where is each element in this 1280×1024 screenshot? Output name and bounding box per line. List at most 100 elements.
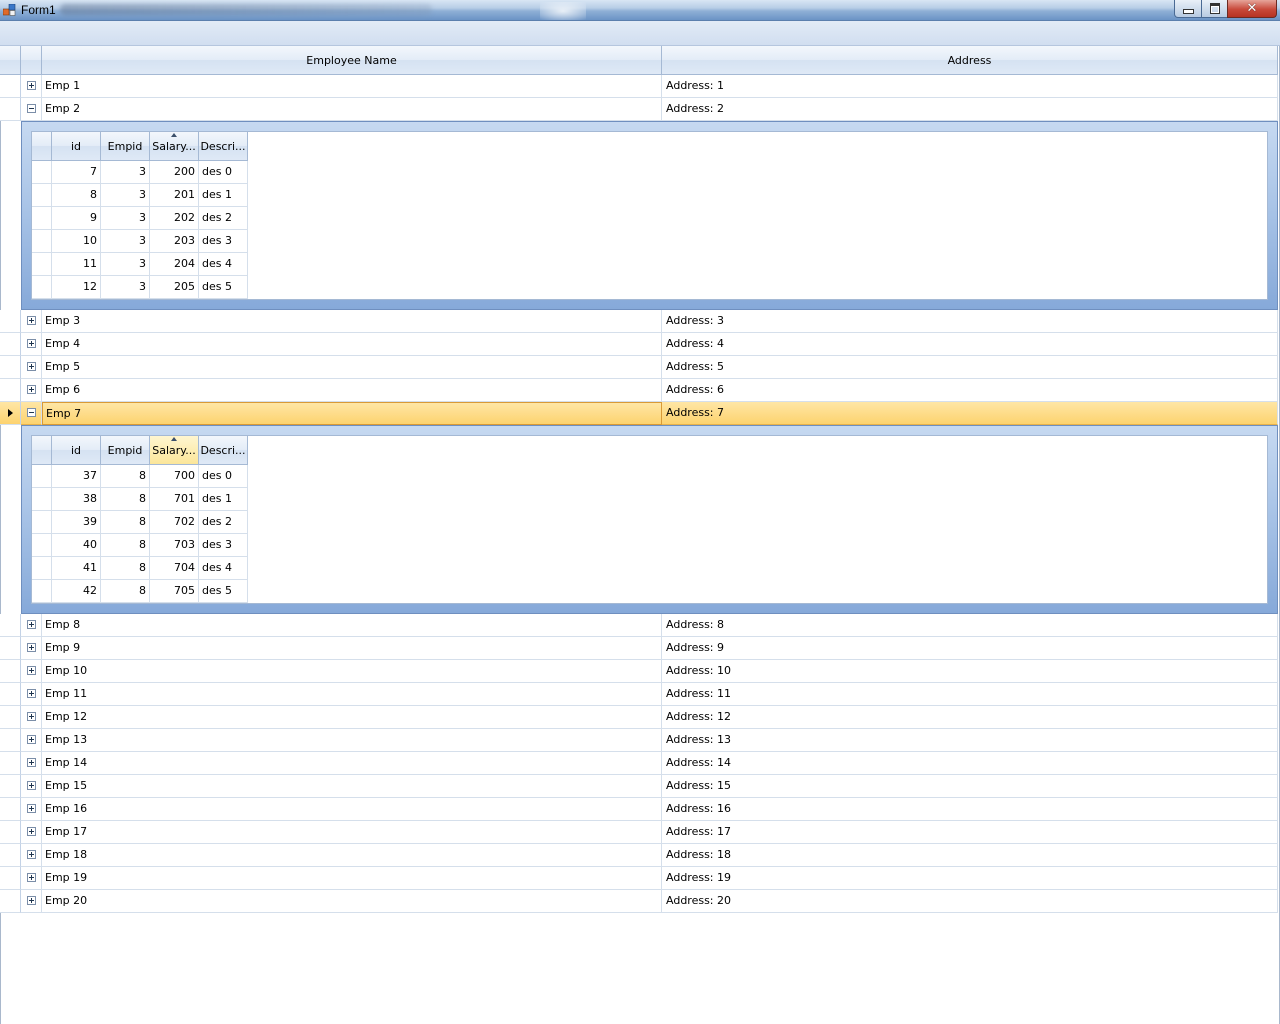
employee-name-cell[interactable]: Emp 2 <box>42 98 662 121</box>
detail-row[interactable]: 12 3 205 des 5 <box>32 276 248 299</box>
detail-id-cell[interactable]: 42 <box>52 580 101 603</box>
expand-plus-icon[interactable] <box>27 896 36 905</box>
expand-cell[interactable] <box>21 683 42 706</box>
table-row[interactable]: Emp 1 Address: 1 <box>0 75 1280 98</box>
row-indicator[interactable] <box>0 890 21 913</box>
detail-id-cell[interactable]: 40 <box>52 534 101 557</box>
detail-empid-cell[interactable]: 3 <box>101 276 150 299</box>
detail-description-cell[interactable]: des 1 <box>199 184 248 207</box>
detail-description-cell[interactable]: des 0 <box>199 465 248 488</box>
detail-row-indicator[interactable] <box>32 465 52 488</box>
table-row[interactable]: Emp 7 Address: 7 <box>0 402 1280 425</box>
detail-empid-cell[interactable]: 8 <box>101 511 150 534</box>
detail-column-header[interactable]: id <box>52 436 101 465</box>
employee-name-cell[interactable]: Emp 19 <box>42 867 662 890</box>
collapse-minus-icon[interactable] <box>27 408 36 417</box>
employee-name-cell[interactable]: Emp 9 <box>42 637 662 660</box>
employee-name-cell[interactable]: Emp 20 <box>42 890 662 913</box>
detail-description-cell[interactable]: des 2 <box>199 511 248 534</box>
row-indicator[interactable] <box>0 98 21 121</box>
table-row[interactable]: Emp 2 Address: 2 <box>0 98 1280 121</box>
expand-cell[interactable] <box>21 775 42 798</box>
employee-name-cell[interactable]: Emp 14 <box>42 752 662 775</box>
table-row[interactable]: Emp 12 Address: 12 <box>0 706 1280 729</box>
detail-empid-cell[interactable]: 3 <box>101 253 150 276</box>
expand-plus-icon[interactable] <box>27 712 36 721</box>
address-cell[interactable]: Address: 8 <box>662 614 1278 637</box>
detail-salary-cell[interactable]: 703 <box>150 534 199 557</box>
expand-plus-icon[interactable] <box>27 804 36 813</box>
row-indicator[interactable] <box>0 356 21 379</box>
detail-row-indicator[interactable] <box>32 230 52 253</box>
detail-empid-cell[interactable]: 8 <box>101 488 150 511</box>
row-indicator[interactable] <box>0 706 21 729</box>
address-cell[interactable]: Address: 20 <box>662 890 1278 913</box>
expand-cell[interactable] <box>21 890 42 913</box>
detail-row-indicator[interactable] <box>32 488 52 511</box>
row-indicator[interactable] <box>0 752 21 775</box>
address-cell[interactable]: Address: 15 <box>662 775 1278 798</box>
expand-cell[interactable] <box>21 729 42 752</box>
detail-column-header[interactable]: Salary... <box>150 132 199 161</box>
expand-plus-icon[interactable] <box>27 362 36 371</box>
detail-row[interactable]: 10 3 203 des 3 <box>32 230 248 253</box>
employee-name-cell[interactable]: Emp 5 <box>42 356 662 379</box>
detail-salary-cell[interactable]: 204 <box>150 253 199 276</box>
detail-column-header[interactable]: Descri... <box>199 436 248 465</box>
expand-plus-icon[interactable] <box>27 666 36 675</box>
detail-row[interactable]: 41 8 704 des 4 <box>32 557 248 580</box>
expand-cell[interactable] <box>21 310 42 333</box>
row-indicator[interactable] <box>0 844 21 867</box>
app-icon[interactable] <box>3 4 16 16</box>
table-row[interactable]: Emp 17 Address: 17 <box>0 821 1280 844</box>
table-row[interactable]: Emp 19 Address: 19 <box>0 867 1280 890</box>
employee-name-cell[interactable]: Emp 6 <box>42 379 662 402</box>
table-row[interactable]: Emp 10 Address: 10 <box>0 660 1280 683</box>
row-indicator[interactable] <box>0 310 21 333</box>
detail-empid-cell[interactable]: 3 <box>101 207 150 230</box>
expand-plus-icon[interactable] <box>27 339 36 348</box>
detail-column-header[interactable]: id <box>52 132 101 161</box>
address-cell[interactable]: Address: 3 <box>662 310 1278 333</box>
expand-cell[interactable] <box>21 98 42 121</box>
expand-plus-icon[interactable] <box>27 873 36 882</box>
row-indicator[interactable] <box>0 683 21 706</box>
employee-name-cell[interactable]: Emp 13 <box>42 729 662 752</box>
employee-name-cell[interactable]: Emp 15 <box>42 775 662 798</box>
detail-salary-cell[interactable]: 201 <box>150 184 199 207</box>
detail-description-cell[interactable]: des 1 <box>199 488 248 511</box>
employee-name-cell[interactable]: Emp 12 <box>42 706 662 729</box>
detail-salary-cell[interactable]: 702 <box>150 511 199 534</box>
expand-plus-icon[interactable] <box>27 316 36 325</box>
detail-row[interactable]: 39 8 702 des 2 <box>32 511 248 534</box>
detail-row[interactable]: 9 3 202 des 2 <box>32 207 248 230</box>
table-row[interactable]: Emp 16 Address: 16 <box>0 798 1280 821</box>
detail-id-cell[interactable]: 38 <box>52 488 101 511</box>
title-bar[interactable]: Form1 ✕ <box>0 0 1280 21</box>
detail-empid-cell[interactable]: 8 <box>101 557 150 580</box>
detail-empid-cell[interactable]: 8 <box>101 580 150 603</box>
detail-row-indicator[interactable] <box>32 534 52 557</box>
table-row[interactable]: Emp 4 Address: 4 <box>0 333 1280 356</box>
detail-row[interactable]: 8 3 201 des 1 <box>32 184 248 207</box>
row-indicator[interactable] <box>0 402 21 425</box>
expand-cell[interactable] <box>21 660 42 683</box>
expand-cell[interactable] <box>21 402 42 425</box>
table-row[interactable]: Emp 15 Address: 15 <box>0 775 1280 798</box>
expand-plus-icon[interactable] <box>27 758 36 767</box>
expand-cell[interactable] <box>21 75 42 98</box>
detail-row[interactable]: 38 8 701 des 1 <box>32 488 248 511</box>
detail-salary-cell[interactable]: 200 <box>150 161 199 184</box>
row-indicator[interactable] <box>0 614 21 637</box>
collapse-minus-icon[interactable] <box>27 104 36 113</box>
employee-name-cell[interactable]: Emp 16 <box>42 798 662 821</box>
detail-description-cell[interactable]: des 4 <box>199 557 248 580</box>
expand-plus-icon[interactable] <box>27 689 36 698</box>
detail-salary-cell[interactable]: 203 <box>150 230 199 253</box>
row-indicator[interactable] <box>0 775 21 798</box>
detail-row[interactable]: 40 8 703 des 3 <box>32 534 248 557</box>
row-indicator[interactable] <box>0 798 21 821</box>
detail-empid-cell[interactable]: 3 <box>101 184 150 207</box>
detail-row-indicator[interactable] <box>32 276 52 299</box>
detail-row-indicator[interactable] <box>32 253 52 276</box>
